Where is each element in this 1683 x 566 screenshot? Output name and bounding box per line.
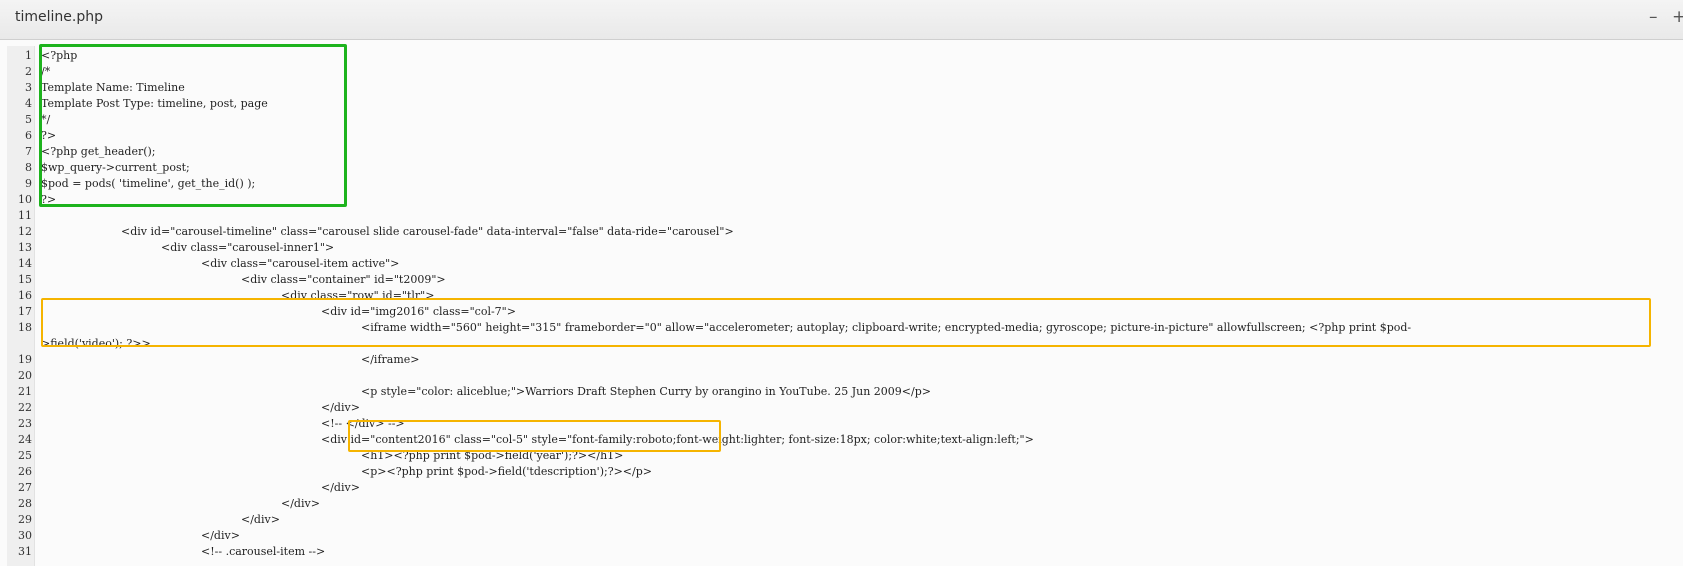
code-text: </div> [201,529,240,542]
line-number: 29 [18,513,32,526]
code-line: 31 <!-- .carousel-item --> [7,544,1683,560]
minimize-icon[interactable]: – [1649,8,1658,26]
code-text: </iframe> [361,353,420,366]
line-number: 21 [18,385,32,398]
code-text: <div id="carousel-timeline" class="carou… [121,225,734,238]
file-title: timeline.php [15,9,103,25]
code-line: 15 <div class="container" id="t2009"> [7,272,1683,288]
window-titlebar: timeline.php – + [0,0,1683,40]
code-text: >field('video'); ?>> [41,337,151,350]
code-text: <p><?php print $pod->field('tdescription… [361,465,652,478]
line-number: 9 [25,177,32,190]
code-text: $pod = pods( 'timeline', get_the_id() ); [41,177,256,190]
line-number: 1 [25,49,32,62]
code-line: 27 </div> [7,480,1683,496]
code-line: 19 </iframe> [7,352,1683,368]
line-number: 14 [18,257,32,270]
code-text: <!-- </div> --> [321,417,405,430]
code-line: 18 <iframe width="560" height="315" frame… [7,320,1683,336]
code-line: 6 ?> [7,128,1683,144]
line-number: 23 [18,417,32,430]
line-number: 24 [18,433,32,446]
code-line: 28 </div> [7,496,1683,512]
code-text: ?> [41,129,57,142]
code-text: <?php get_header(); [41,145,156,158]
code-line: 22 </div> [7,400,1683,416]
line-number: 13 [18,241,32,254]
line-number: 26 [18,465,32,478]
code-line: 5 */ [7,112,1683,128]
line-number: 7 [25,145,32,158]
code-text: <iframe width="560" height="315" framebo… [361,321,1412,334]
code-text: <div class="carousel-inner1"> [161,241,335,254]
code-line: 12 <div id="carousel-timeline" class="car… [7,224,1683,240]
code-text: <!-- .carousel-item --> [201,545,326,558]
code-text: <div id="content2016" class="col-5" styl… [321,433,1034,446]
code-line: 24 <div id="content2016" class="col-5" st… [7,432,1683,448]
code-line: 29 </div> [7,512,1683,528]
code-text: <div class="carousel-item active"> [201,257,400,270]
code-line: 8 $wp_query->current_post; [7,160,1683,176]
line-number: 18 [18,321,32,334]
line-number: 20 [18,369,32,382]
line-number: 30 [18,529,32,542]
maximize-icon[interactable]: + [1672,8,1683,26]
code-text: <p style="color: aliceblue;">Warriors Dr… [361,385,931,398]
code-line: 16 <div class="row" id="tlr"> [7,288,1683,304]
code-line: 2 /* [7,64,1683,80]
code-text: </div> [321,481,360,494]
line-number: 12 [18,225,32,238]
line-number: 25 [18,449,32,462]
code-line: 23 <!-- </div> --> [7,416,1683,432]
line-number: 16 [18,289,32,302]
code-editor[interactable]: 1 <?php 2 /* 3 Template Name: Timeline 4 Templa… [7,44,1683,566]
code-line: 1 <?php [7,48,1683,64]
line-number: 22 [18,401,32,414]
code-text: </div> [281,497,320,510]
code-line: 14 <div class="carousel-item active"> [7,256,1683,272]
line-number: 27 [18,481,32,494]
code-line: 13 <div class="carousel-inner1"> [7,240,1683,256]
code-text: Template Post Type: timeline, post, page [41,97,268,110]
code-text: ?> [41,193,57,206]
line-number: 19 [18,353,32,366]
code-text: </div> [241,513,280,526]
code-text: <div id="img2016" class="col-7"> [321,305,516,318]
code-line: 9 $pod = pods( 'timeline', get_the_id() )… [7,176,1683,192]
code-text: </div> [321,401,360,414]
code-text: $wp_query->current_post; [41,161,190,174]
code-line: 7 <?php get_header(); [7,144,1683,160]
line-number: 15 [18,273,32,286]
code-text: <div class="row" id="tlr"> [281,289,435,302]
line-number: 28 [18,497,32,510]
code-text: <?php [41,49,78,62]
code-line: 11 [7,208,1683,224]
code-text: <h1><?php print $pod->field('year');?></… [361,449,624,462]
code-line: >field('video'); ?>> [7,336,1683,352]
code-text: Template Name: Timeline [41,81,185,94]
code-line: 17 <div id="img2016" class="col-7"> [7,304,1683,320]
line-number: 10 [18,193,32,206]
code-line: 30 </div> [7,528,1683,544]
line-number: 31 [18,545,32,558]
code-text: */ [41,113,51,126]
code-line: 21 <p style="color: aliceblue;">Warriors … [7,384,1683,400]
line-number: 17 [18,305,32,318]
line-number: 3 [25,81,32,94]
code-line: 3 Template Name: Timeline [7,80,1683,96]
line-number: 8 [25,161,32,174]
code-line: 4 Template Post Type: timeline, post, pag… [7,96,1683,112]
line-number: 4 [25,97,32,110]
code-line: 10 ?> [7,192,1683,208]
line-number: 5 [25,113,32,126]
line-number: 2 [25,65,32,78]
line-number: 11 [18,209,32,222]
code-text: /* [41,65,51,78]
code-line: 25 <h1><?php print $pod->field('year');?>… [7,448,1683,464]
code-line: 20 [7,368,1683,384]
line-number: 6 [25,129,32,142]
code-line: 26 <p><?php print $pod->field('tdescripti… [7,464,1683,480]
code-text: <div class="container" id="t2009"> [241,273,446,286]
